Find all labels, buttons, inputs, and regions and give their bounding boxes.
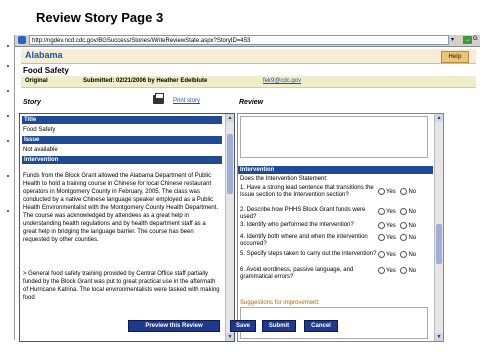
yes-label: Yes [386, 189, 396, 196]
question-4-options: Yes No [378, 234, 416, 241]
url-field[interactable]: http://ngdev.ncd.cdc.gov/BGSuccess/Stori… [29, 35, 449, 45]
review-intro: Does the Intervention Statement: [240, 176, 328, 182]
no-radio[interactable] [400, 208, 408, 215]
no-radio[interactable] [400, 222, 408, 229]
no-label: No [408, 252, 417, 259]
review-scrollbar[interactable]: ▲ ▼ [434, 114, 443, 341]
no-label: No [408, 209, 417, 216]
yes-label: Yes [386, 209, 396, 216]
review-panel[interactable]: Intervention Does the Intervention State… [237, 113, 444, 342]
yes-radio[interactable] [378, 267, 385, 274]
scroll-down-arrow-icon[interactable]: ▼ [435, 333, 443, 341]
edge-mark [7, 45, 9, 47]
intervention-section-header: Intervention [22, 156, 222, 164]
cancel-button[interactable]: Cancel [304, 320, 338, 332]
question-6: 6. Avoid wordiness, passive language, an… [240, 267, 354, 280]
yes-radio[interactable] [378, 251, 385, 258]
browser-window: http://ngdev.ncd.cdc.gov/BGSuccess/Stori… [14, 35, 480, 342]
address-bar: http://ngdev.ncd.cdc.gov/BGSuccess/Stori… [15, 35, 480, 47]
edge-mark [7, 65, 9, 67]
scroll-up-arrow-icon[interactable]: ▲ [435, 114, 443, 122]
intervention-paragraph-2: > General food safety training provided … [23, 271, 220, 301]
story-column-heading: Story [23, 99, 41, 106]
story-meta-bar: Original Submitted: 02/21/2006 by Heathe… [21, 76, 476, 88]
edge-mark [7, 90, 9, 92]
story-panel[interactable]: Title Food Safety Issue Not available In… [19, 113, 235, 342]
question-2: 2. Describe how PHHS Block Grant funds w… [240, 207, 366, 220]
edge-mark [7, 115, 9, 117]
links-icon[interactable]: G [473, 36, 478, 42]
intervention-paragraph-1: Funds from the Block Grant allowed the A… [23, 173, 219, 243]
story-scrollbar[interactable]: ▲ ▼ [225, 114, 234, 341]
chevron-down-icon[interactable]: ▾ [451, 36, 454, 43]
no-radio[interactable] [400, 234, 408, 241]
app-header: Alabama Help [21, 49, 476, 64]
issue-value: Not available [23, 147, 58, 153]
submit-button[interactable]: Submit [262, 320, 296, 332]
yes-label: Yes [386, 252, 396, 259]
question-6-options: Yes No [378, 267, 416, 274]
review-column-heading: Review [239, 99, 264, 106]
edge-mark [7, 210, 9, 212]
yes-radio[interactable] [378, 234, 385, 241]
help-button[interactable]: Help [441, 51, 469, 63]
save-button[interactable]: Save [230, 320, 256, 332]
scroll-thumb[interactable] [436, 224, 442, 264]
title-value: Food Safety [23, 127, 56, 133]
slide-title: Review Story Page 3 [36, 10, 164, 25]
no-radio[interactable] [400, 188, 408, 195]
question-1: 1. Have a strong lead sentence that tran… [240, 185, 374, 198]
submitted-info: Submitted: 02/21/2006 by Heather Edelblu… [83, 78, 208, 84]
no-label: No [408, 268, 417, 275]
no-label: No [408, 223, 417, 230]
edge-mark [7, 175, 9, 177]
scroll-up-arrow-icon[interactable]: ▲ [226, 114, 234, 122]
go-button[interactable]: → [463, 36, 472, 44]
yes-label: Yes [386, 235, 396, 242]
no-radio[interactable] [400, 251, 408, 258]
edge-mark [7, 140, 9, 142]
print-story-link[interactable]: Print story [173, 98, 200, 104]
page-title: Food Safety [23, 66, 69, 75]
review-intervention-header: Intervention [238, 166, 433, 174]
left-edge [0, 35, 13, 340]
review-comment-textarea[interactable] [240, 116, 428, 158]
no-label: No [408, 235, 417, 242]
no-radio[interactable] [400, 267, 408, 274]
question-2-options: Yes No [378, 208, 416, 215]
question-3-options: Yes No [378, 222, 416, 229]
scroll-down-arrow-icon[interactable]: ▼ [226, 333, 234, 341]
question-3: 3. Identify who performed the interventi… [240, 222, 354, 228]
issue-section-header: Issue [22, 136, 222, 144]
page-icon [18, 36, 26, 44]
no-label: No [408, 189, 417, 196]
status-badge: Original [25, 78, 48, 84]
scroll-thumb[interactable] [227, 134, 233, 194]
yes-radio[interactable] [378, 188, 385, 195]
yes-radio[interactable] [378, 222, 385, 229]
preview-review-button[interactable]: Preview this Review [128, 320, 220, 332]
question-4: 4. Identify both where and when the inte… [240, 234, 368, 247]
title-section-header: Title [22, 116, 222, 124]
email-link[interactable]: fek9@cdc.gov [263, 76, 301, 87]
yes-radio[interactable] [378, 208, 385, 215]
printer-icon[interactable] [153, 93, 164, 104]
yes-label: Yes [386, 223, 396, 230]
question-5: 5. Specify steps taken to carry out the … [240, 251, 377, 257]
question-5-options: Yes No [378, 251, 416, 258]
question-1-options: Yes No [378, 188, 416, 195]
suggestions-label: Suggestions for improvement: [240, 300, 320, 306]
app-name: Alabama [25, 50, 63, 60]
yes-label: Yes [386, 268, 396, 275]
